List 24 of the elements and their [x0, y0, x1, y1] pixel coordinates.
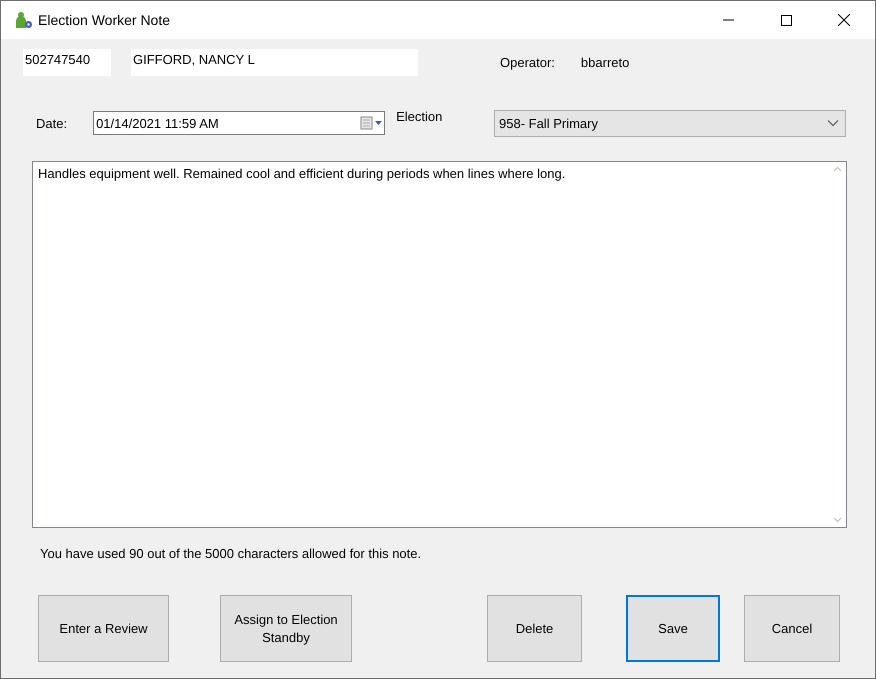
- save-button[interactable]: Save: [626, 595, 720, 662]
- review-button[interactable]: Enter a Review: [38, 595, 169, 662]
- worker-name-field: GIFFORD, NANCY L: [131, 49, 418, 76]
- chevron-down-icon: [827, 119, 839, 127]
- date-picker[interactable]: 01/14/2021 11:59 AM: [93, 111, 386, 135]
- person-gear-icon: [15, 11, 33, 29]
- maximize-icon: [780, 14, 792, 26]
- operator-label: Operator:: [500, 55, 555, 70]
- close-icon: [838, 14, 850, 26]
- scroll-down-icon[interactable]: [833, 517, 842, 523]
- scroll-up-icon[interactable]: [833, 166, 842, 172]
- worker-id-field: 502747540: [23, 49, 111, 76]
- date-label: Date:: [36, 116, 68, 130]
- calendar-dropdown-icon: [360, 116, 384, 130]
- election-dropdown[interactable]: 958- Fall Primary: [494, 110, 846, 136]
- window-title: Election Worker Note: [38, 12, 172, 28]
- delete-button[interactable]: Delete: [487, 595, 582, 662]
- minimize-icon: [722, 19, 734, 21]
- assign-standby-button[interactable]: Assign to Election Standby: [220, 595, 352, 662]
- cancel-button[interactable]: Cancel: [744, 595, 840, 662]
- election-label: Election: [396, 109, 442, 124]
- note-text-area[interactable]: Handles equipment well. Remained cool and efficient during periods when lines where long.: [32, 161, 847, 528]
- character-count-text: You have used 90 out of the 5000 characters allowed for this note.: [40, 546, 422, 561]
- operator-name: bbarreto: [580, 55, 630, 70]
